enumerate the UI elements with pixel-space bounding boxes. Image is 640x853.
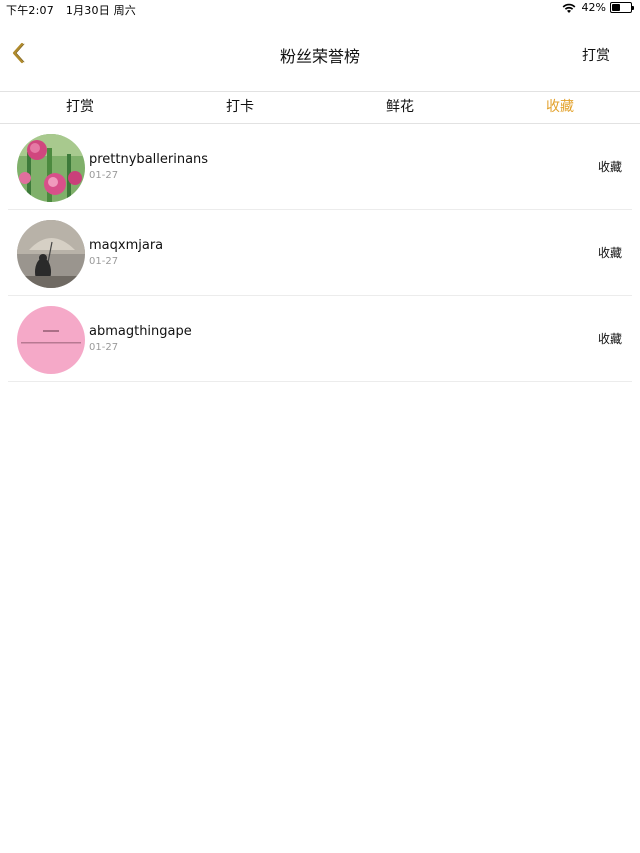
- fan-name: abmagthingape: [89, 324, 192, 339]
- tab-flowers[interactable]: 鲜花: [320, 92, 480, 123]
- reward-button[interactable]: 打赏: [582, 45, 610, 65]
- favorite-label: 收藏: [597, 332, 622, 346]
- avatar[interactable]: [17, 306, 85, 374]
- fan-date: 01-27: [89, 256, 119, 267]
- avatar-image-umbrella: [17, 220, 85, 288]
- avatar[interactable]: [17, 220, 85, 288]
- fan-list: prettnyballerinans 01-27 收藏 maqxmjara 01…: [8, 124, 632, 382]
- battery-percent: 42%: [581, 1, 606, 14]
- avatar-image-pink-text: [17, 306, 85, 374]
- status-right: 42%: [562, 1, 634, 14]
- battery-fill: [612, 4, 620, 11]
- status-bar: 下午2:07 1月30日 周六 42%: [0, 0, 640, 18]
- wifi-icon: [562, 3, 575, 13]
- favorite-label: 收藏: [597, 246, 622, 260]
- status-time: 下午2:07: [6, 4, 54, 17]
- tab-bar: 打赏 打卡 鲜花 收藏: [0, 91, 640, 124]
- fan-date: 01-27: [89, 342, 119, 353]
- fan-date: 01-27: [89, 170, 119, 181]
- list-item[interactable]: maqxmjara 01-27 收藏: [8, 210, 632, 296]
- tab-favorites[interactable]: 收藏: [480, 92, 640, 123]
- list-item[interactable]: prettnyballerinans 01-27 收藏: [8, 124, 632, 210]
- battery-icon: [610, 2, 634, 13]
- fan-name: maqxmjara: [89, 238, 164, 253]
- tab-checkin[interactable]: 打卡: [160, 92, 320, 123]
- list-item[interactable]: abmagthingape 01-27 收藏: [8, 296, 632, 382]
- avatar[interactable]: [17, 134, 85, 202]
- status-left: 下午2:07 1月30日 周六: [6, 2, 148, 18]
- avatar-image-flowers: [17, 134, 85, 202]
- status-date: 1月30日 周六: [65, 4, 136, 17]
- favorite-label: 收藏: [597, 160, 622, 174]
- battery-cap: [632, 6, 634, 10]
- fan-name: prettnyballerinans: [89, 152, 209, 167]
- page-title: 粉丝荣誉榜: [279, 47, 360, 66]
- nav-bar: 粉丝荣誉榜 打赏: [0, 18, 640, 90]
- tab-reward[interactable]: 打赏: [0, 92, 160, 123]
